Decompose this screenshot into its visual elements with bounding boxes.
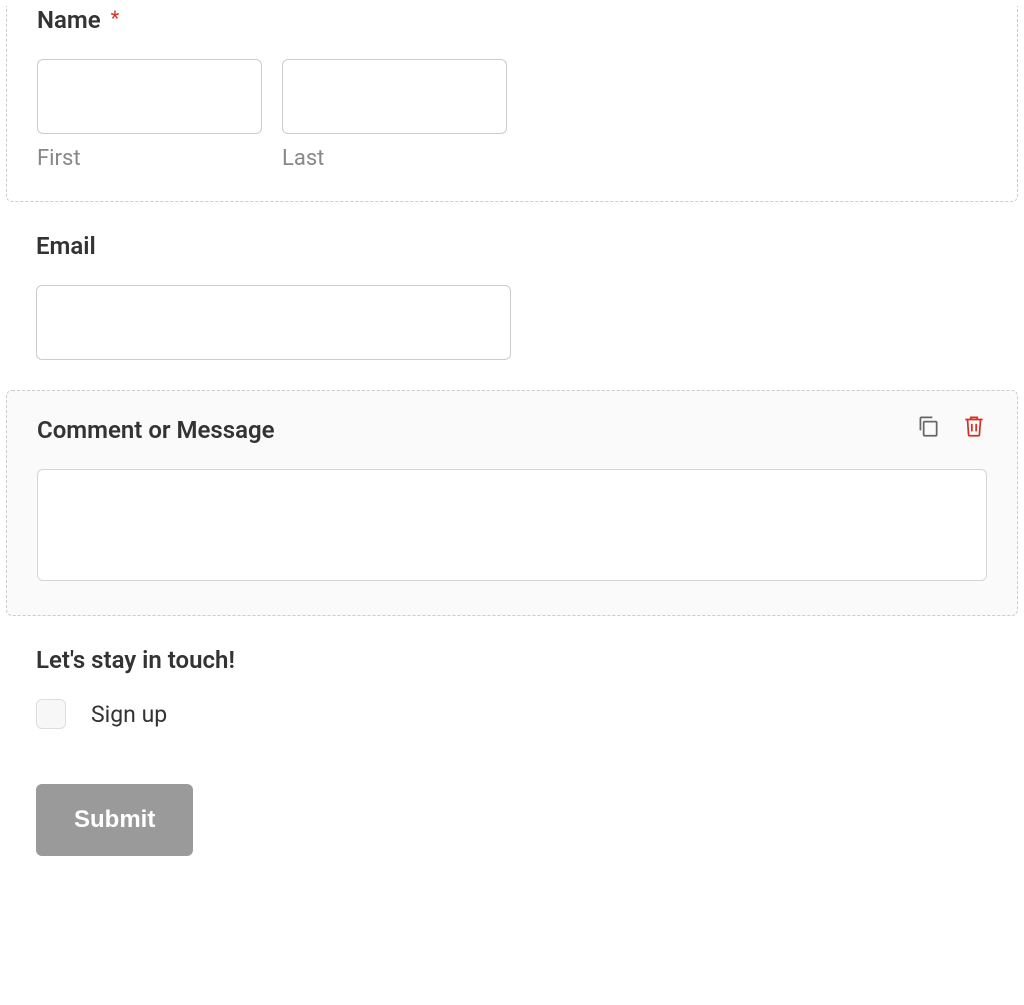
- signup-checkbox[interactable]: [36, 699, 66, 729]
- email-label: Email: [36, 232, 988, 260]
- field-actions: [913, 411, 989, 441]
- required-star: *: [111, 6, 120, 30]
- signup-option-label: Sign up: [91, 701, 167, 728]
- name-label: Name *: [37, 6, 987, 34]
- message-field-block[interactable]: Comment or Message: [6, 390, 1018, 616]
- name-field-block: Name * First Last: [6, 6, 1018, 202]
- message-label: Comment or Message: [37, 416, 987, 444]
- email-field-block: Email: [6, 232, 1018, 390]
- first-name-sublabel: First: [37, 146, 262, 171]
- name-row: First Last: [37, 59, 987, 171]
- last-name-sublabel: Last: [282, 146, 507, 171]
- stay-in-touch-label: Let's stay in touch!: [36, 646, 988, 674]
- submit-button[interactable]: Submit: [36, 784, 193, 856]
- first-name-col: First: [37, 59, 262, 171]
- first-name-input[interactable]: [37, 59, 262, 134]
- signup-checkbox-row: Sign up: [36, 699, 988, 729]
- duplicate-icon[interactable]: [913, 411, 943, 441]
- trash-icon[interactable]: [959, 411, 989, 441]
- message-textarea[interactable]: [37, 469, 987, 581]
- email-input[interactable]: [36, 285, 511, 360]
- last-name-col: Last: [282, 59, 507, 171]
- last-name-input[interactable]: [282, 59, 507, 134]
- name-label-text: Name: [37, 6, 101, 34]
- stay-in-touch-block: Let's stay in touch! Sign up Submit: [6, 646, 1018, 886]
